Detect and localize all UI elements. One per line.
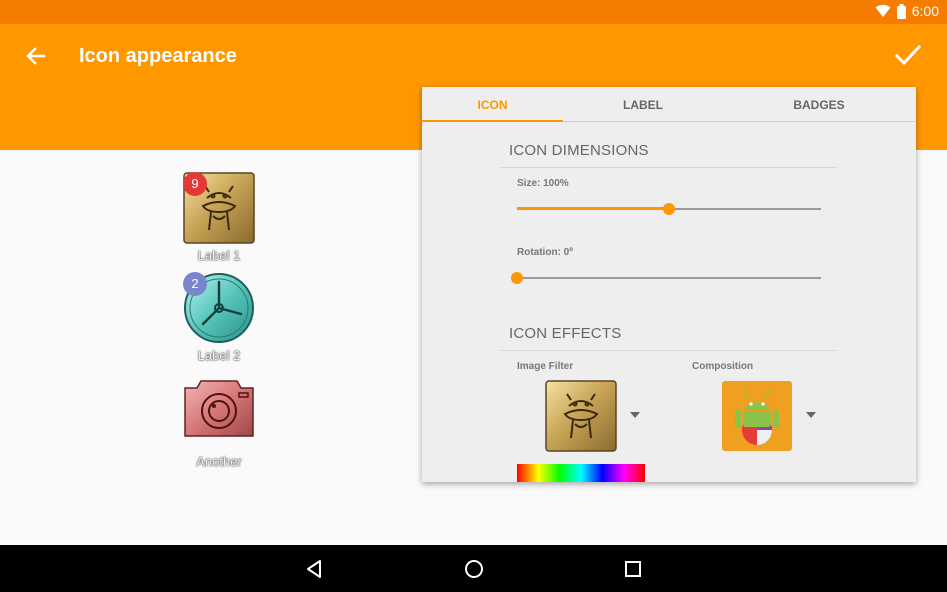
badge: 9 (183, 172, 207, 196)
preview-item-another[interactable]: Another (159, 378, 279, 469)
color-spectrum-bar[interactable] (517, 464, 645, 482)
red-camera-icon (184, 380, 254, 437)
chevron-down-icon[interactable] (806, 412, 816, 418)
image-filter-picker[interactable] (545, 380, 617, 452)
page-title: Icon appearance (79, 45, 237, 67)
slider-thumb[interactable] (663, 203, 675, 215)
preview-icon-box: 2 (183, 272, 255, 344)
badge: 2 (183, 272, 207, 296)
preview-item-label: Label 1 (197, 248, 241, 263)
preview-item-label-2[interactable]: 2 Label 2 (159, 272, 279, 363)
recents-square-icon[interactable] (621, 557, 645, 581)
preview-icon-box (183, 378, 255, 450)
slider-fill (517, 207, 669, 210)
battery-icon (896, 3, 906, 19)
arrow-left-icon[interactable] (22, 42, 50, 70)
composition-picker[interactable] (721, 380, 793, 452)
section-divider (501, 350, 837, 351)
icon-effects-heading: ICON EFFECTS (509, 325, 622, 342)
preview-item-label-1[interactable]: 9 Label 1 (159, 172, 279, 263)
composition-label: Composition (692, 361, 754, 372)
check-icon[interactable] (893, 40, 923, 70)
section-divider (501, 167, 837, 168)
size-label: Size: 100% (517, 178, 569, 189)
status-bar: 6:00 (0, 0, 947, 24)
rotation-label: Rotation: 0º (517, 247, 573, 258)
rotation-slider[interactable] (511, 271, 821, 285)
preview-icon-box: 9 (183, 172, 255, 244)
status-icons: 6:00 (875, 3, 939, 19)
chevron-down-icon[interactable] (630, 412, 640, 418)
preview-item-label: Another (196, 454, 242, 469)
system-nav-bar (0, 545, 947, 592)
image-filter-label: Image Filter (517, 361, 574, 372)
back-triangle-icon[interactable] (302, 557, 326, 581)
tab-icon[interactable]: ICON (422, 87, 563, 122)
android-composition-icon (722, 381, 792, 451)
gold-android-icon (545, 380, 617, 452)
settings-panel: ICON LABEL BADGES ICON DIMENSIONS Size: … (422, 87, 916, 482)
tab-badges[interactable]: BADGES (742, 87, 896, 122)
size-slider[interactable] (517, 202, 821, 216)
slider-thumb[interactable] (511, 272, 523, 284)
slider-track (517, 277, 821, 279)
tab-label[interactable]: LABEL (563, 87, 723, 122)
tab-bar: ICON LABEL BADGES (422, 87, 916, 122)
home-circle-icon[interactable] (462, 557, 486, 581)
status-time: 6:00 (911, 3, 939, 19)
wifi-icon (875, 4, 891, 17)
icon-dimensions-heading: ICON DIMENSIONS (509, 142, 649, 159)
preview-item-label: Label 2 (197, 348, 241, 363)
